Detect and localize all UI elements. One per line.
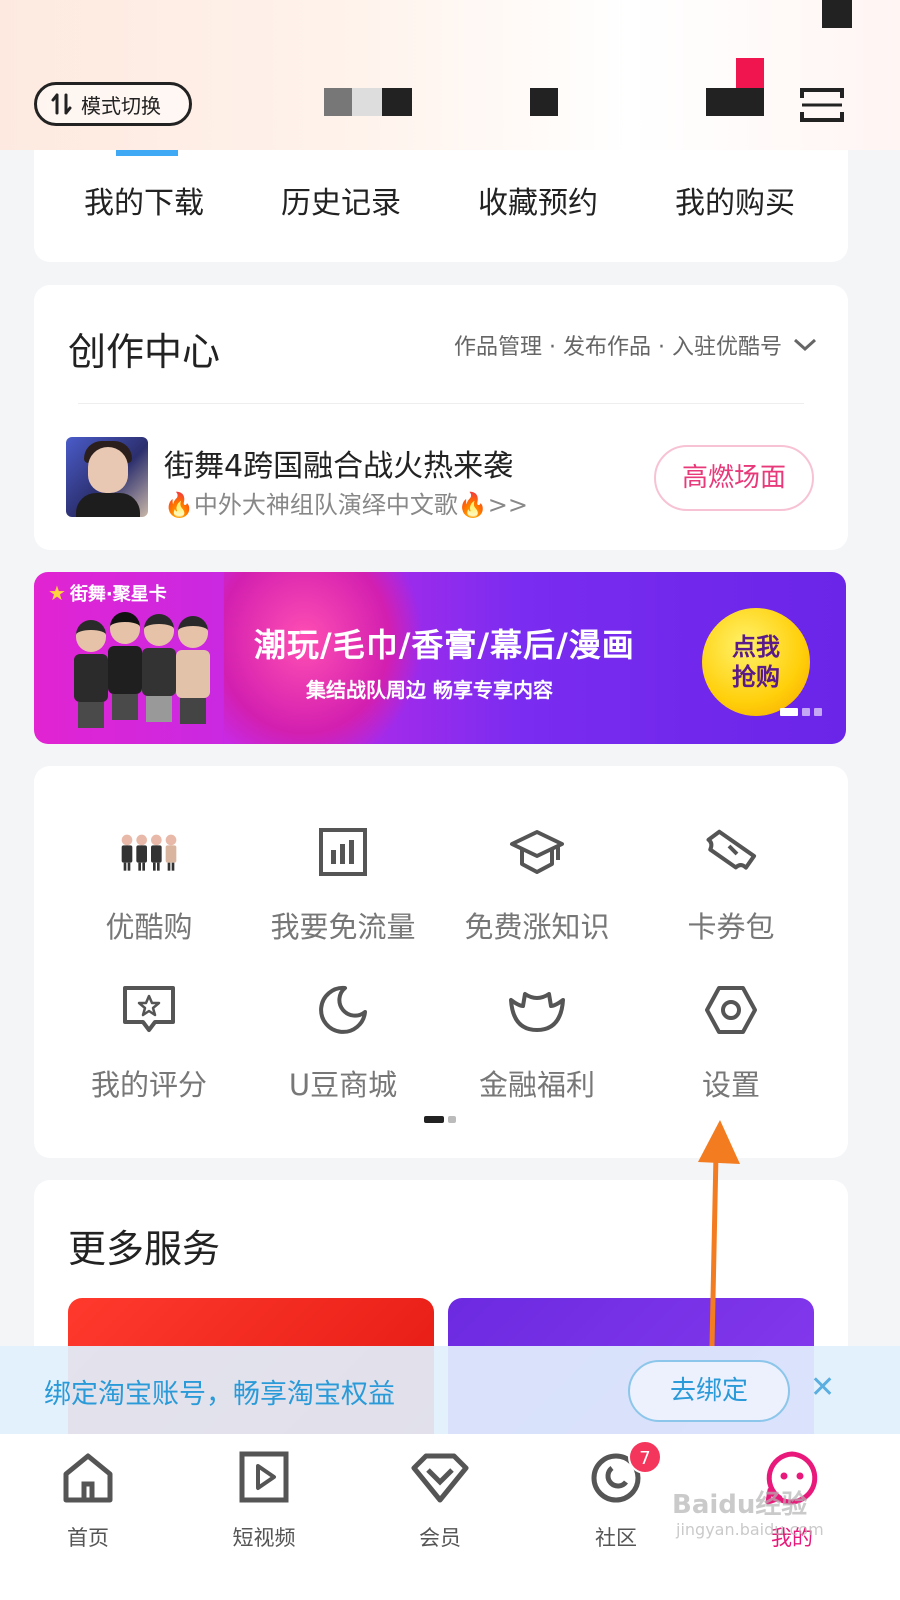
tool-coupons[interactable]: 卡券包 xyxy=(636,822,826,946)
promo-subtitle[interactable]: 🔥中外大神组队演绎中文歌🔥>> xyxy=(164,485,528,520)
gear-icon xyxy=(701,980,761,1040)
redacted-block xyxy=(324,88,352,116)
my-purchases-link[interactable]: 我的购买 xyxy=(635,178,835,222)
promo-title[interactable]: 街舞4跨国融合战火热来袭 xyxy=(164,441,513,485)
buy-now-line2: 抢购 xyxy=(732,663,780,691)
history-link[interactable]: 历史记录 xyxy=(241,178,441,222)
tool-finance-benefits[interactable]: 金融福利 xyxy=(442,980,632,1104)
scroll-hint-strip xyxy=(116,150,178,156)
banner-tag: ★ 街舞·聚星卡 xyxy=(48,580,167,606)
ingot-icon xyxy=(507,980,567,1040)
promo-subtitle-suffix: 🔥>> xyxy=(457,491,528,519)
mode-switch-button[interactable]: 模式切换 xyxy=(34,82,192,126)
tool-label: 卡券包 xyxy=(687,910,775,944)
promo-thumbnail[interactable] xyxy=(66,437,148,517)
top-header: 模式切换 xyxy=(0,0,900,150)
carousel-dots xyxy=(780,708,822,716)
figures-icon xyxy=(119,822,179,882)
tool-u-bean-mall[interactable]: U豆商城 xyxy=(248,980,438,1104)
chevron-down-icon[interactable] xyxy=(792,337,818,353)
bottom-tab-bar: 首页 短视频 会员 7 社区 我的 Baidu经验 jingyan.baidu.… xyxy=(0,1434,900,1600)
star-icon: ★ xyxy=(48,581,66,605)
tab-short-video[interactable]: 短视频 xyxy=(204,1448,324,1552)
home-icon xyxy=(63,1453,113,1503)
tool-label: 金融福利 xyxy=(478,1068,595,1102)
close-icon[interactable]: ✕ xyxy=(810,1370,835,1405)
tab-home[interactable]: 首页 xyxy=(28,1448,148,1552)
annotation-arrow xyxy=(698,1120,740,1347)
divider xyxy=(78,403,804,404)
tab-community[interactable]: 7 社区 xyxy=(556,1440,676,1552)
redacted-block xyxy=(822,0,852,28)
creation-links[interactable]: 作品管理 · 发布作品 · 入驻优酷号 xyxy=(454,329,818,361)
redacted-block xyxy=(382,88,412,116)
tool-label: U豆商城 xyxy=(288,1068,398,1102)
favorites-link[interactable]: 收藏预约 xyxy=(438,178,638,222)
promo-subtitle-text: 中外大神组队演绎中文歌 xyxy=(193,491,458,519)
tool-free-knowledge[interactable]: 免费涨知识 xyxy=(442,822,632,946)
bind-taobao-bar: 绑定淘宝账号，畅享淘宝权益 去绑定 ✕ xyxy=(0,1346,900,1434)
ticket-icon xyxy=(701,822,761,882)
notification-badge: 7 xyxy=(628,1440,662,1474)
more-services-title: 更多服务 xyxy=(68,1227,221,1271)
watermark-logo: Baidu经验 xyxy=(672,1490,808,1520)
hot-scenes-button[interactable]: 高燃场面 xyxy=(654,445,814,511)
mode-switch-label: 模式切换 xyxy=(81,93,161,118)
tool-my-ratings[interactable]: 我的评分 xyxy=(54,980,244,1104)
my-downloads-link[interactable]: 我的下载 xyxy=(44,178,244,222)
tab-label: 社区 xyxy=(595,1526,637,1550)
tool-free-data[interactable]: 我要免流量 xyxy=(248,822,438,946)
tab-label: 短视频 xyxy=(232,1526,296,1550)
page-indicator xyxy=(424,1116,456,1123)
bind-taobao-button[interactable]: 去绑定 xyxy=(628,1360,790,1422)
scan-icon[interactable] xyxy=(800,88,844,122)
fire-icon: 🔥 xyxy=(164,491,194,519)
buy-now-button[interactable]: 点我 抢购 xyxy=(702,608,810,716)
tool-label: 我的评分 xyxy=(90,1068,207,1102)
tool-label: 优酷购 xyxy=(105,910,193,944)
tool-label: 设置 xyxy=(701,1068,760,1102)
watermark-url: jingyan.baidu.com xyxy=(676,1520,824,1539)
creation-center-title: 创作中心 xyxy=(68,330,221,374)
diamond-icon xyxy=(411,1453,469,1503)
graduation-cap-icon xyxy=(507,822,567,882)
tool-label: 免费涨知识 xyxy=(464,910,610,944)
play-icon xyxy=(239,1451,289,1503)
redacted-block xyxy=(352,88,382,116)
redacted-block xyxy=(530,88,558,116)
swap-icon xyxy=(51,93,72,115)
creation-center-card: 创作中心 作品管理 · 发布作品 · 入驻优酷号 街舞4跨国融合战火热来袭 🔥中… xyxy=(34,285,848,550)
redacted-block xyxy=(706,88,764,116)
buy-now-line1: 点我 xyxy=(732,633,780,661)
tab-label: 首页 xyxy=(67,1526,109,1550)
tool-label: 我要免流量 xyxy=(270,910,416,944)
creation-links-text: 作品管理 · 发布作品 · 入驻优酷号 xyxy=(454,335,782,360)
redacted-block xyxy=(736,58,764,88)
tool-youku-shop[interactable]: 优酷购 xyxy=(54,822,244,946)
quick-access-card: 我的下载 历史记录 收藏预约 我的购买 xyxy=(34,150,848,262)
tool-settings[interactable]: 设置 xyxy=(636,980,826,1104)
tools-grid-card: 优酷购 我要免流量 免费涨知识 卡券包 我的评分 U豆商城 金融福利 设置 xyxy=(34,766,848,1158)
tab-vip[interactable]: 会员 xyxy=(380,1448,500,1552)
rating-icon xyxy=(119,980,179,1040)
dancer-figures-image xyxy=(74,612,224,732)
traffic-icon xyxy=(313,822,373,882)
banner-title: 潮玩/毛巾/香膏/幕后/漫画 xyxy=(254,626,635,664)
promo-banner[interactable]: ★ 街舞·聚星卡 潮玩/毛巾/香膏/幕后/漫画 集结战队周边 畅享专享内容 点我… xyxy=(34,572,846,744)
tab-label: 会员 xyxy=(419,1526,461,1550)
banner-subtitle: 集结战队周边 畅享专享内容 xyxy=(306,678,553,702)
moon-coin-icon xyxy=(313,980,373,1040)
banner-tag-text: 街舞·聚星卡 xyxy=(69,584,167,605)
bind-taobao-text: 绑定淘宝账号，畅享淘宝权益 xyxy=(44,1379,395,1410)
